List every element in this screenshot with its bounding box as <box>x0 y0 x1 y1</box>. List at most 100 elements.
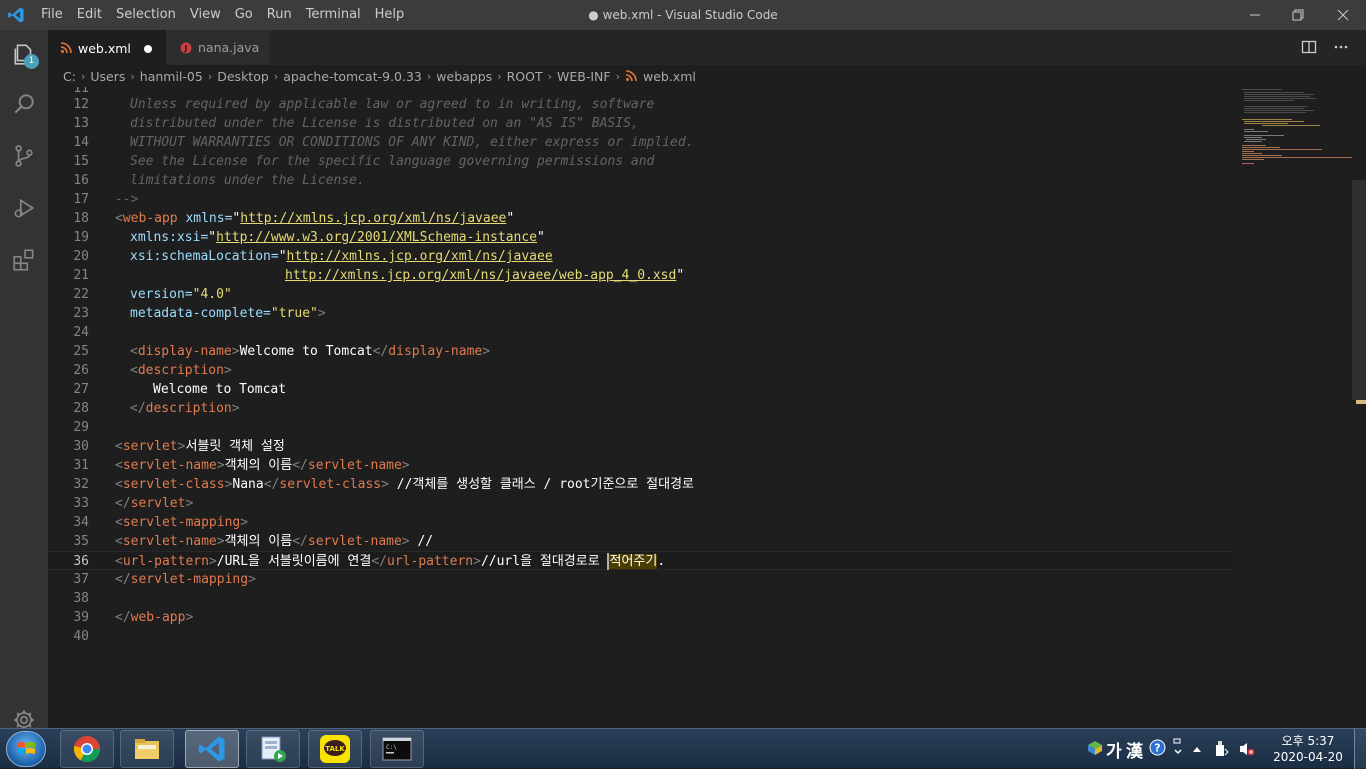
url-link[interactable]: http://xmlns.jcp.org/xml/ns/javaee <box>240 211 506 226</box>
breadcrumb-item[interactable]: Desktop <box>217 69 269 84</box>
minimize-icon <box>1250 14 1260 16</box>
url-link[interactable]: http://xmlns.jcp.org/xml/ns/javaee/web-a… <box>285 268 676 283</box>
start-button[interactable] <box>6 731 46 767</box>
menu-view[interactable]: View <box>183 0 228 30</box>
taskbar-media-app[interactable] <box>246 730 300 768</box>
system-clock[interactable]: 오후 5:37 2020-04-20 <box>1266 733 1350 765</box>
taskbar-chrome[interactable] <box>60 730 114 768</box>
tag-bracket: > <box>401 458 410 473</box>
url-link[interactable]: http://xmlns.jcp.org/xml/ns/javaee <box>287 249 553 264</box>
media-app-icon <box>261 736 286 762</box>
menu-run[interactable]: Run <box>260 0 299 30</box>
volume-muted-icon[interactable] <box>1238 741 1256 757</box>
run-debug-icon <box>14 198 35 218</box>
line-number: 29 <box>73 420 89 435</box>
tag-name: servlet <box>122 439 178 454</box>
chevron-right-icon: › <box>547 69 552 83</box>
line-number: 24 <box>73 325 89 340</box>
explorer-badge: 1 <box>24 54 39 69</box>
tag-name: web-app <box>130 610 186 625</box>
code-line: 25 <display-name>Welcome to Tomcat</displ… <box>48 342 1232 361</box>
menu-help[interactable]: Help <box>368 0 412 30</box>
tag-bracket: > <box>401 534 410 549</box>
network-ime-icon[interactable] <box>1086 739 1104 757</box>
code-line: 17 --> <box>48 190 1232 209</box>
line-number: 37 <box>73 572 89 587</box>
tag-bracket: > <box>240 515 249 530</box>
menu-file[interactable]: File <box>34 0 70 30</box>
tag-name: servlet-name <box>307 534 402 549</box>
extensions-icon <box>13 249 34 271</box>
close-window-button[interactable] <box>1320 0 1366 30</box>
more-actions-button[interactable] <box>1330 36 1352 58</box>
line-number: 19 <box>73 230 89 245</box>
minimize-button[interactable] <box>1232 0 1278 30</box>
text-content: //객체를 생성할 클래스 / root기준으로 절대경로 <box>388 477 695 492</box>
vertical-scrollbar[interactable] <box>1352 180 1366 400</box>
tab-nana-java[interactable]: J nana.java <box>166 30 270 65</box>
menu-selection[interactable]: Selection <box>109 0 183 30</box>
ime-options-icon[interactable] <box>1172 738 1184 758</box>
url-link[interactable]: http://www.w3.org/2001/XMLSchema-instanc… <box>216 230 537 245</box>
breadcrumb-item[interactable]: WEB-INF <box>557 69 611 84</box>
taskbar-file-explorer[interactable] <box>120 730 174 768</box>
source-control-activity[interactable] <box>0 132 48 180</box>
tag-name: servlet-name <box>122 534 217 549</box>
breadcrumb-item[interactable]: Users <box>90 69 125 84</box>
line-number: 31 <box>73 458 89 473</box>
help-circle-icon[interactable]: ? <box>1149 739 1166 756</box>
breadcrumb-item[interactable]: apache-tomcat-9.0.33 <box>283 69 422 84</box>
tag-bracket: < <box>115 554 123 569</box>
menu-terminal[interactable]: Terminal <box>299 0 368 30</box>
show-hidden-icons-chevron-icon[interactable] <box>1191 744 1203 754</box>
quote: " <box>278 249 287 264</box>
menu-edit[interactable]: Edit <box>70 0 109 30</box>
minimap[interactable] <box>1240 87 1352 177</box>
taskbar-kakaotalk[interactable]: TALK <box>308 730 362 768</box>
line-number: 23 <box>73 306 89 321</box>
svg-text:?: ? <box>1154 742 1160 755</box>
code-line: 18 <web-app xmlns= "http://xmlns.jcp.org/x… <box>48 209 1232 228</box>
tag-bracket: > <box>248 572 256 587</box>
restore-button[interactable] <box>1275 0 1321 30</box>
ime-hanja-indicator[interactable]: 漢 <box>1126 737 1143 762</box>
line-number: 14 <box>73 135 89 150</box>
kakaotalk-icon: TALK <box>320 735 350 763</box>
vscode-icon <box>198 736 225 762</box>
breadcrumb-item[interactable]: webapps <box>436 69 492 84</box>
unsaved-dot-icon[interactable] <box>144 45 152 53</box>
code-editor[interactable]: 11 12 Unless required by applicable law o… <box>48 87 1366 728</box>
code-line: 20 xsi:schemaLocation="http://xmlns.jcp.o… <box>48 247 1232 266</box>
windows-logo-icon <box>17 742 35 754</box>
cmd-icon: C:\ <box>382 737 412 761</box>
breadcrumb-item[interactable]: C: <box>63 69 76 84</box>
search-activity[interactable] <box>0 80 48 128</box>
menu-go[interactable]: Go <box>228 0 260 30</box>
extensions-activity[interactable] <box>0 236 48 284</box>
attr-value: "4.0" <box>192 287 232 302</box>
code-line: 29 <box>48 418 1232 437</box>
attr-name: xmlns= <box>177 211 233 226</box>
breadcrumb-item[interactable]: ROOT <box>507 69 543 84</box>
show-desktop-button[interactable] <box>1354 729 1366 769</box>
taskbar-vscode[interactable] <box>185 730 239 768</box>
rss-xml-icon <box>60 42 72 54</box>
run-debug-activity[interactable] <box>0 184 48 232</box>
tag-bracket: < <box>115 515 123 530</box>
ime-language-indicator[interactable]: 가 <box>1106 737 1122 762</box>
code-line: 34 <servlet-mapping> <box>48 513 1232 532</box>
safely-remove-hardware-icon[interactable] <box>1213 740 1229 758</box>
code-line: 26 <description> <box>48 361 1232 380</box>
tab-web-xml[interactable]: web.xml <box>48 30 166 65</box>
tag-bracket: > <box>231 344 240 359</box>
breadcrumb-item[interactable]: web.xml <box>643 69 696 84</box>
taskbar-cmd[interactable]: C:\ <box>370 730 424 768</box>
tag-name: url-pattern <box>122 554 209 569</box>
line-number: 13 <box>73 116 89 131</box>
line-number: 38 <box>73 591 89 606</box>
breadcrumb-item[interactable]: hanmil-05 <box>140 69 203 84</box>
tag-bracket: > <box>223 363 232 378</box>
svg-text:J: J <box>184 44 188 53</box>
split-editor-button[interactable] <box>1298 36 1320 58</box>
explorer-activity[interactable]: 1 <box>0 30 48 78</box>
